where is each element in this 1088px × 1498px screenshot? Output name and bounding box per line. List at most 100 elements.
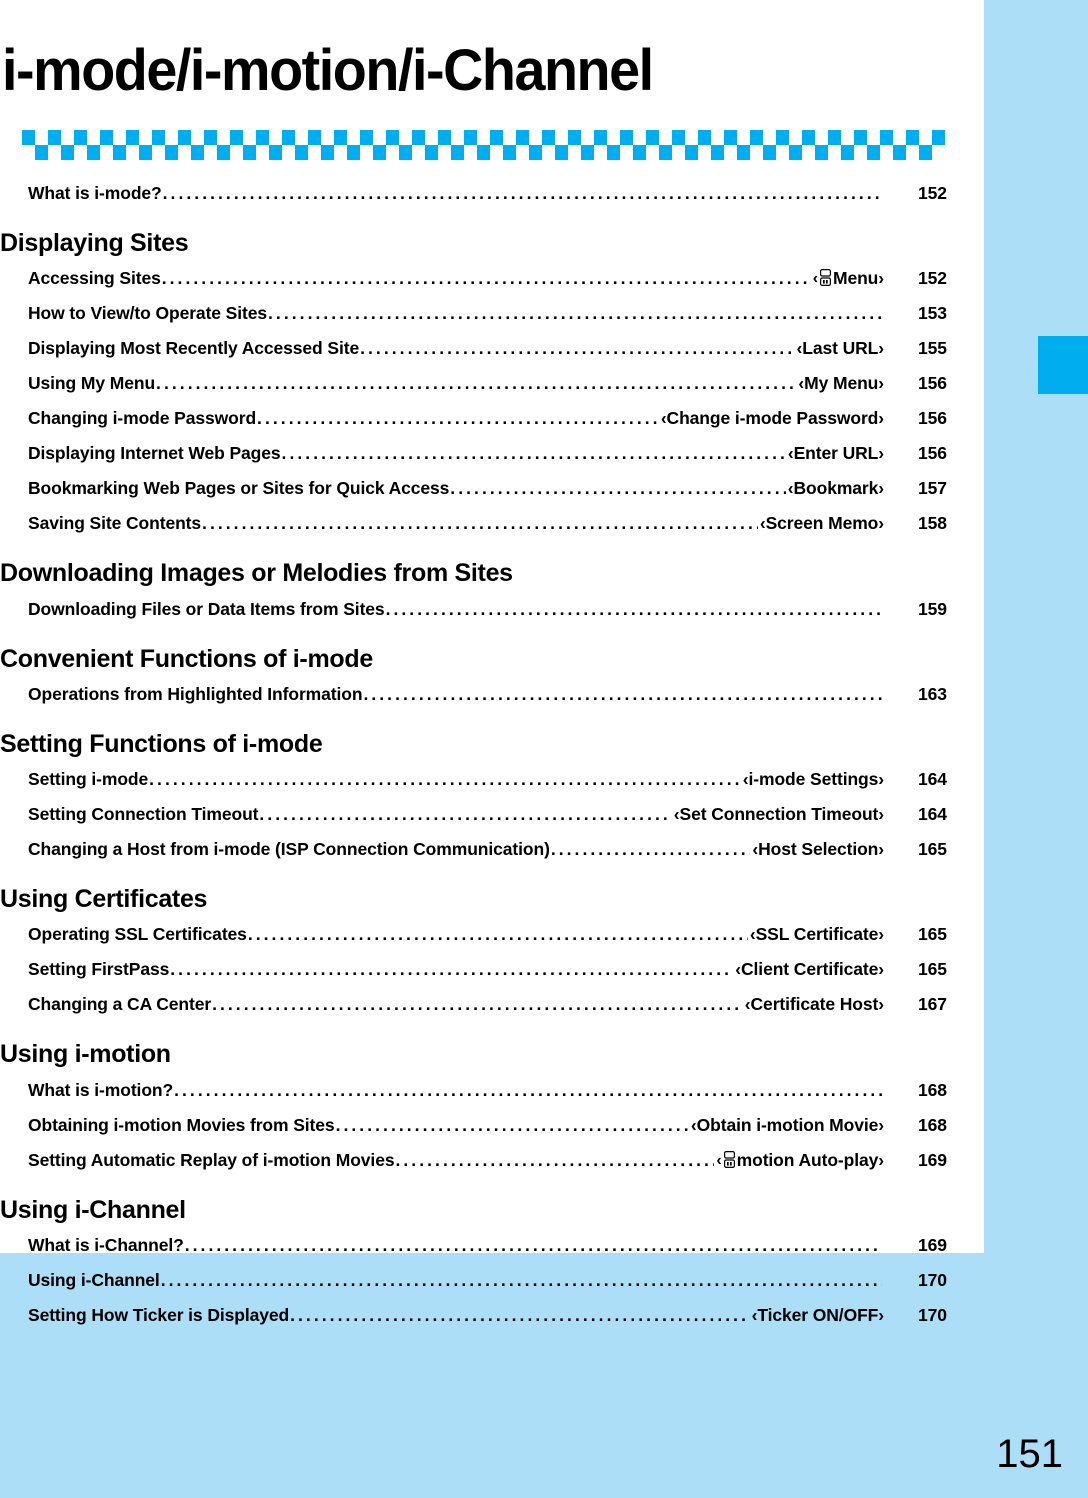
checker-row-bottom: [35, 145, 960, 160]
checker-cell: [308, 130, 321, 145]
toc-entry[interactable]: Changing i-mode Password ‹Change i-mode P…: [0, 401, 962, 436]
checker-cell: [763, 145, 776, 160]
toc-entry-title: Displaying Internet Web Pages: [28, 443, 281, 464]
toc-entry-reference: ‹Certificate Host›: [744, 994, 884, 1015]
toc-section-heading: Downloading Images or Melodies from Site…: [0, 559, 513, 588]
checker-cell: [451, 145, 464, 160]
toc-leader-dots: [257, 401, 659, 436]
checker-cell: [347, 145, 360, 160]
toc-entry[interactable]: Changing a CA Center ‹Certificate Host› 16…: [0, 987, 962, 1022]
toc-entry[interactable]: What is i-mode? 152: [0, 176, 962, 211]
toc-leader-dots: [363, 677, 882, 712]
toc-entry[interactable]: Displaying Most Recently Accessed Site ‹L…: [0, 331, 962, 366]
checker-cell: [100, 130, 113, 145]
toc-entry-title: Setting FirstPass: [28, 959, 170, 980]
checker-cell: [802, 130, 815, 145]
checker-cell: [334, 130, 347, 145]
toc-leader-dots: [162, 261, 811, 296]
toc-entry-title: Using i-Channel: [28, 1269, 160, 1290]
toc-entry-title: Using My Menu: [28, 373, 156, 394]
toc-leader-dots: [268, 296, 882, 331]
toc-entry[interactable]: Setting Connection Timeout ‹Set Connectio…: [0, 797, 962, 832]
chapter-edge-tab: [1038, 336, 1088, 394]
toc-leader-dots: [149, 762, 741, 797]
toc-leader-dots: [395, 1143, 714, 1178]
toc-entry-page-number: 165: [918, 959, 947, 980]
checker-cell: [672, 130, 685, 145]
toc-entry-page-number: 170: [918, 1304, 947, 1325]
toc-entry[interactable]: How to View/to Operate Sites 153: [0, 296, 962, 331]
toc-entry-page-number: 155: [918, 338, 947, 359]
checker-cell: [321, 145, 334, 160]
toc-entry[interactable]: Downloading Files or Data Items from Sit…: [0, 592, 962, 627]
toc-leader-dots: [282, 436, 786, 471]
toc-entry-reference: ‹Host Selection›: [752, 839, 884, 859]
toc-entry-title: What is i-Channel?: [28, 1234, 184, 1255]
toc-entry[interactable]: Setting Automatic Replay of i-motion Mov…: [0, 1143, 962, 1178]
toc-entry-title: Setting Connection Timeout: [28, 804, 259, 824]
toc-entry[interactable]: Displaying Internet Web Pages ‹Enter URL›…: [0, 436, 962, 471]
checker-cell: [685, 145, 698, 160]
toc-entry[interactable]: What is i-motion? 168: [0, 1073, 962, 1108]
toc-entry[interactable]: Saving Site Contents ‹Screen Memo› 158: [0, 506, 962, 541]
toc-entry-title: Operations from Highlighted Information: [28, 683, 363, 704]
toc-section-heading: Using i-Channel: [0, 1195, 186, 1224]
toc-section-heading: Displaying Sites: [0, 229, 189, 257]
checker-cell: [906, 130, 919, 145]
toc-leader-dots: [386, 592, 882, 627]
checker-cell: [126, 130, 139, 145]
toc-entry-page-number: 158: [918, 513, 947, 534]
toc-entry[interactable]: Accessing Sites ‹Menu› 152: [0, 261, 962, 296]
toc-entry-reference: ‹Client Certificate›: [735, 959, 884, 980]
toc-entry-title: What is i-mode?: [28, 183, 162, 203]
checker-cell: [932, 130, 945, 145]
toc-entry-page-number: 169: [918, 1149, 947, 1170]
toc-entry-page-number: 164: [918, 804, 947, 824]
checker-cell: [139, 145, 152, 160]
toc-entry[interactable]: Bookmarking Web Pages or Sites for Quick…: [0, 471, 962, 506]
toc-entry-title: Changing i-mode Password: [28, 408, 257, 429]
toc-leader-dots: [163, 176, 882, 211]
toc-entry[interactable]: Setting i-mode ‹i-mode Settings› 164: [0, 762, 962, 797]
toc-entry-page-number: 167: [918, 994, 947, 1015]
checker-cell: [659, 145, 672, 160]
checker-cell: [269, 145, 282, 160]
toc-entry-title: Displaying Most Recently Accessed Site: [28, 338, 360, 359]
toc-entry-page-number: 152: [918, 268, 947, 289]
checker-row-top: [22, 130, 960, 145]
toc-entry[interactable]: Operations from Highlighted Information 1…: [0, 677, 962, 712]
toc-entry[interactable]: Operating SSL Certificates ‹SSL Certifica…: [0, 917, 962, 952]
checker-cell: [919, 145, 932, 160]
toc-entry-reference: ‹i-mode Settings›: [742, 769, 884, 789]
toc-entry-title: Operating SSL Certificates: [28, 924, 247, 945]
checker-cell: [22, 130, 35, 145]
toc-entry[interactable]: Changing a Host from i-mode (ISP Connect…: [0, 832, 962, 867]
checker-cell: [893, 145, 906, 160]
toc-entry-page-number: 159: [918, 598, 947, 619]
checker-cell: [87, 145, 100, 160]
table-of-contents: What is i-mode? 152 Displaying Sites Access…: [0, 176, 962, 1333]
checker-cell: [867, 145, 880, 160]
toc-entry-page-number: 163: [918, 683, 947, 704]
checker-cell: [620, 130, 633, 145]
toc-entry[interactable]: Using i-Channel 170: [0, 1263, 962, 1298]
page-sheet: i-mode/i-motion/i-Channel What is i-mode…: [0, 0, 984, 1325]
toc-entry-reference: ‹Bookmark›: [787, 478, 884, 499]
checker-cell: [789, 145, 802, 160]
checker-cell: [698, 130, 711, 145]
toc-entry-reference: ‹My Menu›: [798, 373, 884, 394]
toc-entry-page-number: 164: [918, 769, 947, 789]
toc-entry-page-number: 165: [918, 924, 947, 945]
toc-section-heading: Convenient Functions of i-mode: [0, 644, 373, 673]
checker-cell: [542, 130, 555, 145]
toc-entry[interactable]: Setting How Ticker is Displayed ‹Ticker O…: [0, 1298, 962, 1333]
toc-entry[interactable]: What is i-Channel? 169: [0, 1228, 962, 1263]
page-number: 151: [996, 1432, 1063, 1476]
toc-entry[interactable]: Setting FirstPass ‹Client Certificate› 165: [0, 952, 962, 987]
toc-entry[interactable]: Obtaining i-motion Movies from Sites ‹Obt…: [0, 1108, 962, 1143]
checker-cell: [750, 130, 763, 145]
checker-cell: [425, 145, 438, 160]
checker-cell: [360, 130, 373, 145]
toc-leader-dots: [259, 797, 671, 832]
toc-entry[interactable]: Using My Menu ‹My Menu› 156: [0, 366, 962, 401]
